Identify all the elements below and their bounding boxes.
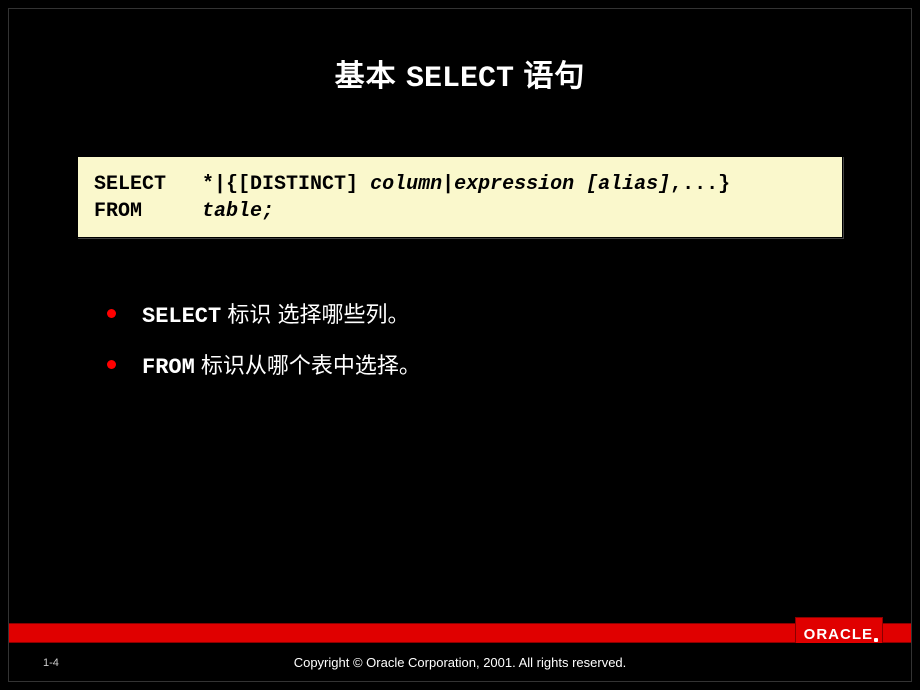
bullet-list: SELECT 标识 选择哪些列。 FROM 标识从哪个表中选择。	[107, 300, 911, 384]
oracle-logo-text: ORACLE	[804, 626, 873, 643]
slide-title: 基本 SELECT 语句	[9, 51, 911, 96]
code-select-kw: SELECT	[94, 173, 166, 196]
footer-bar: Copyright © Oracle Corporation, 2001. Al…	[9, 643, 911, 681]
list-item: FROM 标识从哪个表中选择。	[107, 351, 911, 384]
title-pre: 基本	[335, 60, 406, 93]
code-line2-italic: table;	[202, 200, 274, 223]
page-number: 1-4	[43, 657, 59, 669]
bullet-text: FROM 标识从哪个表中选择。	[142, 351, 421, 384]
bullet-text: SELECT 标识 选择哪些列。	[142, 300, 409, 333]
bullet-post: 标识从哪个表中选择。	[195, 353, 421, 378]
copyright-text: Copyright © Oracle Corporation, 2001. Al…	[294, 655, 627, 670]
oracle-logo-dot	[874, 638, 878, 642]
code-line1-a: *|{[DISTINCT]	[202, 173, 370, 196]
list-item: SELECT 标识 选择哪些列。	[107, 300, 911, 333]
code-line1-italic: column|expression [alias]	[370, 173, 670, 196]
bullet-keyword: SELECT	[142, 304, 221, 329]
code-spacer	[166, 173, 202, 196]
slide: 基本 SELECT 语句 SELECT *|{[DISTINCT] column…	[8, 8, 912, 682]
title-post: 语句	[514, 60, 585, 93]
code-spacer-2	[142, 200, 202, 223]
bullet-keyword: FROM	[142, 355, 195, 380]
code-line1-b: ,...}	[670, 173, 730, 196]
bullet-icon	[107, 360, 116, 369]
title-keyword: SELECT	[406, 62, 514, 96]
code-from-kw: FROM	[94, 200, 142, 223]
bullet-icon	[107, 309, 116, 318]
syntax-codebox: SELECT *|{[DISTINCT] column|expression […	[77, 156, 843, 238]
bullet-post: 标识 选择哪些列。	[221, 302, 409, 327]
footer-red-bar	[9, 623, 911, 643]
